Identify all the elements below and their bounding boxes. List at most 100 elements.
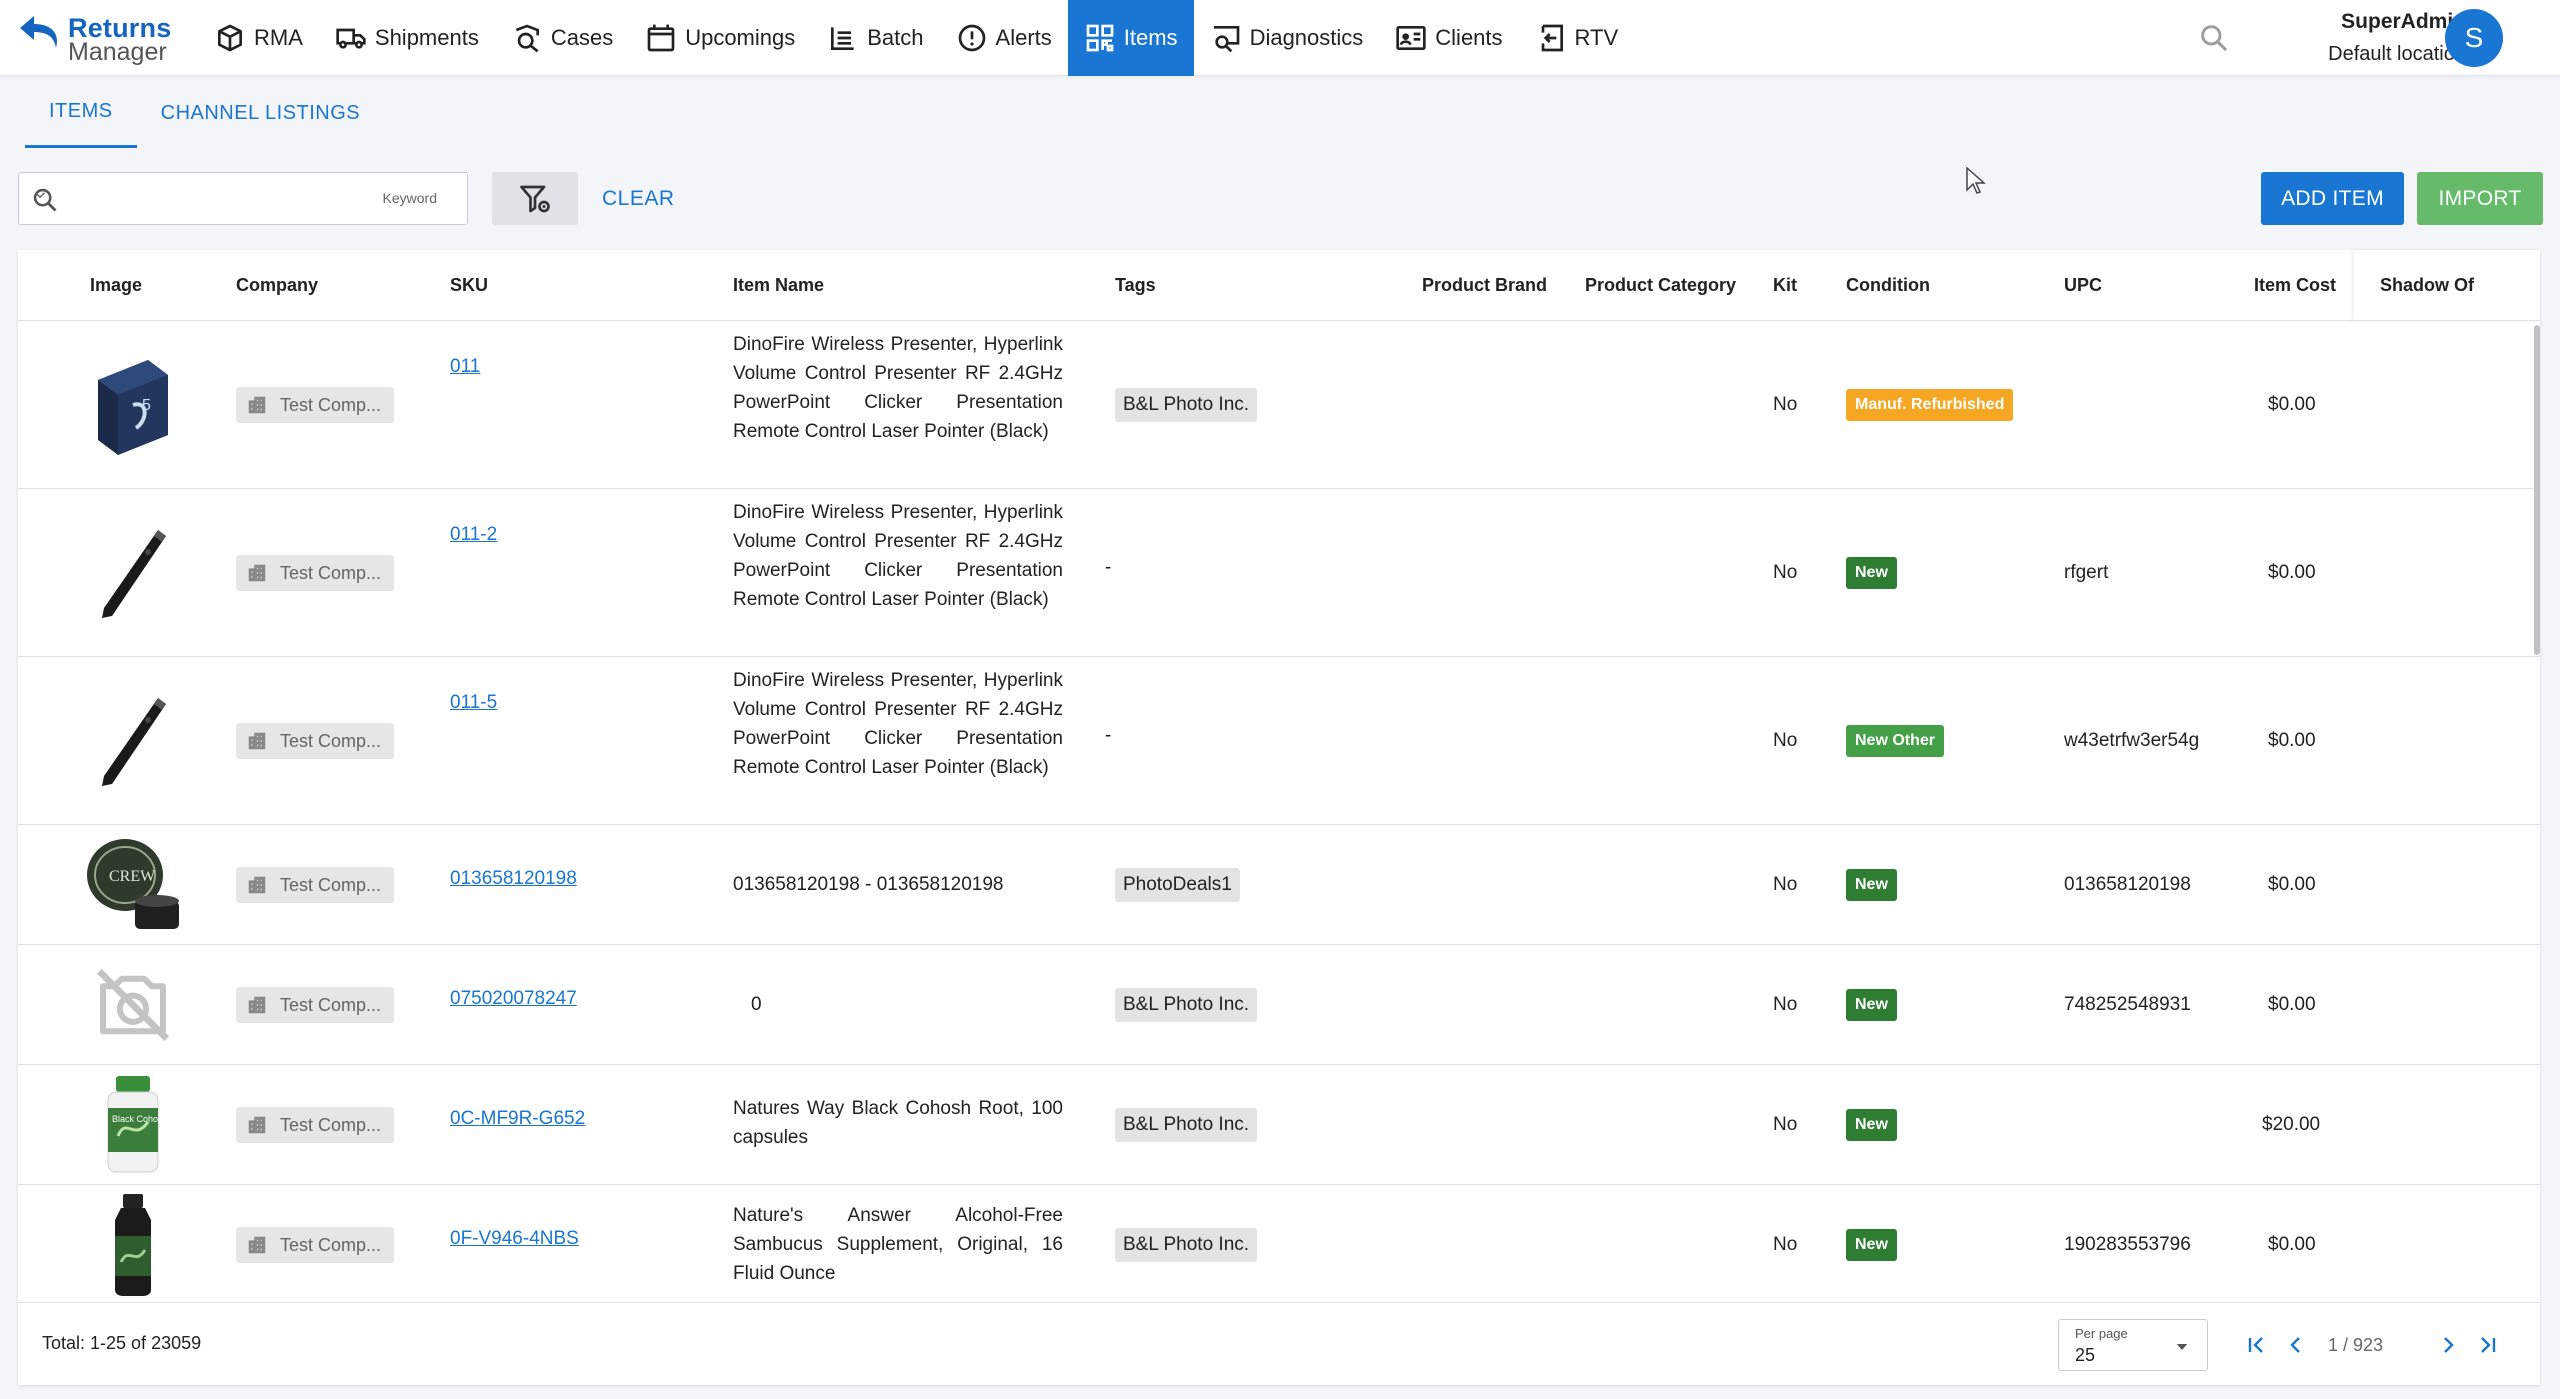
building-icon (248, 876, 266, 894)
item-name: Natures Way Black Cohosh Root, 100 capsu… (733, 1098, 1063, 1148)
company-name: Test Comp... (280, 730, 382, 751)
column-header-company[interactable]: Company (236, 250, 318, 321)
company-chip[interactable]: Test Comp... (236, 987, 394, 1023)
filter-button[interactable] (492, 172, 578, 225)
tags-value: - (1105, 557, 1112, 578)
nav-diagnostics[interactable]: Diagnostics (1194, 0, 1380, 76)
table-row[interactable]: Test Comp... 011-5 DinoFire Wireless Pre… (18, 657, 2540, 825)
nav-clients[interactable]: Clients (1379, 0, 1518, 76)
company-chip[interactable]: Test Comp... (236, 723, 394, 759)
sku-link[interactable]: 011-5 (450, 692, 497, 714)
condition-cell: New (1846, 489, 1897, 656)
column-header-item-name[interactable]: Item Name (733, 250, 824, 321)
condition-cell: New (1846, 1065, 1897, 1184)
search-icon[interactable] (2198, 22, 2230, 54)
next-page-icon[interactable] (2436, 1333, 2460, 1357)
column-header-item-cost[interactable]: Item Cost (2254, 250, 2336, 321)
column-header-product-category[interactable]: Product Category (1585, 250, 1736, 321)
item-image[interactable] (68, 489, 198, 656)
tag-chip[interactable]: B&L Photo Inc. (1115, 1227, 1258, 1262)
nav-alerts[interactable]: Alerts (940, 0, 1068, 76)
import-button[interactable]: IMPORT (2417, 172, 2543, 225)
sku-link[interactable]: 011 (450, 356, 480, 378)
total-count: Total: 1-25 of 23059 (42, 1333, 202, 1353)
item-image[interactable] (68, 657, 198, 824)
column-header-image[interactable]: Image (90, 250, 142, 321)
tab-items[interactable]: ITEMS (25, 78, 137, 148)
sku-cell: 011-5 (450, 657, 497, 749)
tag-chip[interactable]: PhotoDeals1 (1115, 867, 1240, 902)
kit-value: No (1773, 1233, 1798, 1255)
item-image[interactable] (68, 1185, 198, 1301)
item-image[interactable] (68, 945, 198, 1064)
item-image[interactable]: CREW (68, 825, 198, 944)
supplement-bottle-thumbnail (115, 1193, 151, 1296)
nav-cases[interactable]: Cases (495, 0, 629, 76)
company-chip[interactable]: Test Comp... (236, 867, 394, 903)
sku-link[interactable]: 0C-MF9R-G652 (450, 1108, 585, 1130)
avatar[interactable]: S (2445, 9, 2503, 67)
company-name: Test Comp... (280, 994, 382, 1015)
nav-items[interactable]: Items (1067, 0, 1194, 76)
table-row[interactable]: Test Comp... 011-2 DinoFire Wireless Pre… (18, 489, 2540, 657)
add-item-button[interactable]: ADD ITEM (2261, 172, 2404, 225)
table-scrollbar[interactable] (2534, 325, 2540, 655)
calendar-icon (647, 24, 675, 52)
item-image[interactable]: 5 (68, 321, 198, 488)
tags-cell: B&L Photo Inc. (1115, 945, 1258, 1064)
tags-cell: PhotoDeals1 (1115, 825, 1240, 944)
chevron-down-icon[interactable] (31, 186, 49, 204)
mouse-cursor-icon (1966, 166, 1986, 194)
clear-button[interactable]: CLEAR (602, 172, 675, 225)
building-icon (248, 996, 266, 1014)
column-header-kit[interactable]: Kit (1773, 250, 1797, 321)
sku-link[interactable]: 013658120198 (450, 868, 577, 890)
dropdown-arrow-icon (2176, 1344, 2188, 1350)
nav-rma[interactable]: RMA (200, 0, 319, 76)
column-header-sku[interactable]: SKU (450, 250, 488, 321)
company-name: Test Comp... (280, 1114, 382, 1135)
tags-cell: B&L Photo Inc. (1115, 1185, 1258, 1301)
column-header-shadow-of[interactable]: Shadow Of (2380, 250, 2474, 321)
nav-rtv[interactable]: RTV (1519, 0, 1635, 76)
table-row[interactable]: CREW Test Comp... 013658120198 013658120… (18, 825, 2540, 945)
column-header-tags[interactable]: Tags (1115, 250, 1156, 321)
table-row[interactable]: Black Cohosh Test Comp... 0C-MF9R-G652 N… (18, 1065, 2540, 1185)
company-chip[interactable]: Test Comp... (236, 555, 394, 591)
tag-chip[interactable]: B&L Photo Inc. (1115, 987, 1258, 1022)
tab-channel-listings[interactable]: CHANNEL LISTINGS (137, 78, 385, 148)
sku-link[interactable]: 0F-V946-4NBS (450, 1228, 579, 1250)
search-input[interactable] (75, 183, 375, 215)
column-header-product-brand[interactable]: Product Brand (1422, 250, 1547, 321)
upc-value: w43etrfw3er54g (2064, 729, 2200, 751)
first-page-icon[interactable] (2244, 1333, 2268, 1357)
company-chip[interactable]: Test Comp... (236, 1227, 394, 1263)
condition-badge: New (1846, 988, 1897, 1021)
nav-upcomings[interactable]: Upcomings (629, 0, 811, 76)
keyword-select-label[interactable]: Keyword (383, 190, 437, 206)
app-logo[interactable]: Returns Manager (16, 12, 186, 65)
presenter-pen-thumbnail (102, 697, 166, 786)
upc-value: 748252548931 (2064, 993, 2191, 1015)
nav-batch[interactable]: Batch (811, 0, 939, 76)
sku-link[interactable]: 075020078247 (450, 988, 577, 1010)
table-row[interactable]: Test Comp... 0F-V946-4NBS Nature's Answe… (18, 1185, 2540, 1301)
item-image[interactable]: Black Cohosh (68, 1065, 198, 1184)
nav-shipments[interactable]: Shipments (319, 0, 495, 76)
column-header-upc[interactable]: UPC (2064, 250, 2102, 321)
table-row[interactable]: 5 Test Comp... 011 DinoFire Wireless Pre… (18, 321, 2540, 489)
sku-cell: 011-2 (450, 489, 497, 581)
last-page-icon[interactable] (2476, 1333, 2500, 1357)
svg-text:Black Cohosh: Black Cohosh (112, 1114, 168, 1124)
list-icon (831, 27, 854, 50)
table-row[interactable]: Test Comp... 075020078247 0 B&L Photo In… (18, 945, 2540, 1065)
company-chip[interactable]: Test Comp... (236, 387, 394, 423)
column-header-condition[interactable]: Condition (1846, 250, 1930, 321)
tag-chip[interactable]: B&L Photo Inc. (1115, 387, 1258, 422)
previous-page-icon[interactable] (2284, 1333, 2308, 1357)
per-page-select[interactable]: Per page 25 (2058, 1319, 2208, 1371)
tag-chip[interactable]: B&L Photo Inc. (1115, 1107, 1258, 1142)
company-chip[interactable]: Test Comp... (236, 1107, 394, 1143)
sku-cell: 0F-V946-4NBS (450, 1185, 579, 1293)
sku-link[interactable]: 011-2 (450, 524, 497, 546)
